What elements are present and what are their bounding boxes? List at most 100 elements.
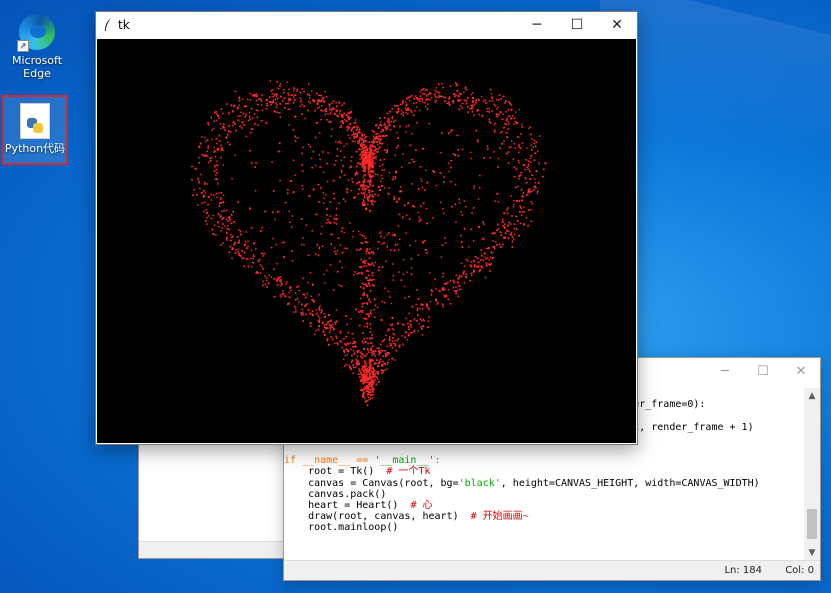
heart-particle (385, 334, 387, 337)
heart-particle (315, 309, 318, 311)
heart-particle (242, 98, 244, 100)
heart-particle (252, 255, 255, 258)
tk-window[interactable]: tk ─ ☐ ✕ (95, 11, 638, 445)
heart-particle (363, 195, 366, 197)
heart-particle (369, 194, 371, 197)
heart-particle (321, 225, 323, 228)
heart-particle (517, 144, 520, 146)
heart-particle (368, 274, 370, 276)
heart-particle (428, 122, 430, 125)
minimize-button[interactable]: ─ (517, 12, 557, 39)
desktop-icon-edge[interactable]: ↗ Microsoft Edge (4, 12, 70, 80)
heart-particle (363, 144, 366, 146)
maximize-button[interactable]: ☐ (557, 12, 597, 39)
python-shell-window[interactable] (138, 440, 290, 559)
minimize-button[interactable]: ─ (706, 358, 744, 388)
heart-particle (435, 299, 437, 302)
heart-particle (225, 238, 228, 240)
heart-particle (521, 123, 523, 126)
heart-particle (252, 117, 254, 120)
heart-particle (378, 266, 380, 269)
heart-particle (364, 146, 366, 148)
heart-particle (237, 119, 239, 122)
heart-particle (316, 243, 318, 246)
scroll-down-icon[interactable]: ▼ (804, 545, 820, 561)
close-button[interactable]: ✕ (782, 358, 820, 388)
heart-particle (394, 243, 397, 246)
scroll-up-icon[interactable]: ▲ (804, 388, 820, 404)
tk-titlebar[interactable]: tk ─ ☐ ✕ (96, 12, 637, 39)
heart-particle (402, 114, 405, 117)
heart-particle (332, 107, 334, 109)
heart-particle (370, 141, 373, 144)
heart-particle (327, 152, 329, 154)
heart-particle (216, 196, 218, 199)
heart-particle (302, 277, 305, 280)
heart-particle (518, 178, 520, 180)
heart-particle (381, 163, 384, 166)
heart-particle (371, 262, 374, 265)
heart-particle (262, 268, 265, 270)
heart-particle (386, 121, 389, 123)
heart-particle (339, 109, 341, 112)
heart-particle (228, 111, 230, 114)
heart-particle (382, 371, 385, 373)
maximize-button[interactable]: ☐ (744, 358, 782, 388)
scrollbar-thumb[interactable] (807, 509, 817, 539)
heart-particle (469, 264, 472, 266)
heart-particle (502, 224, 504, 227)
heart-particle (405, 125, 408, 128)
heart-particle (362, 309, 364, 312)
heart-particle (360, 266, 363, 269)
heart-particle (232, 122, 235, 124)
heart-particle (320, 118, 322, 121)
heart-particle (363, 360, 365, 362)
heart-particle (495, 113, 498, 115)
heart-particle (458, 285, 461, 287)
heart-particle (519, 222, 522, 225)
heart-particle (441, 82, 443, 85)
heart-particle (355, 136, 358, 139)
heart-particle (368, 257, 371, 259)
heart-particle (370, 181, 372, 183)
heart-particle (511, 117, 513, 119)
heart-particle (506, 229, 508, 232)
heart-particle (370, 378, 373, 381)
heart-particle (351, 140, 354, 142)
heart-particle (434, 100, 437, 103)
heart-particle (238, 104, 240, 107)
heart-particle (354, 140, 356, 143)
heart-particle (405, 112, 407, 114)
heart-particle (364, 341, 367, 343)
heart-particle (368, 284, 371, 287)
heart-particle (276, 103, 278, 106)
code-line: canvas.pack() (284, 488, 387, 500)
heart-particle (240, 111, 242, 113)
heart-particle (445, 242, 447, 244)
heart-particle (366, 385, 368, 388)
heart-particle (379, 189, 381, 192)
heart-particle (324, 108, 327, 111)
heart-particle (237, 241, 240, 244)
heart-particle (206, 216, 208, 219)
heart-particle (349, 122, 351, 125)
heart-particle (326, 96, 328, 98)
close-button[interactable]: ✕ (597, 12, 637, 39)
heart-particle (202, 154, 205, 156)
heart-particle (470, 272, 473, 274)
heart-particle (500, 97, 502, 100)
heart-particle (345, 314, 347, 317)
horizontal-scrollbar[interactable] (139, 541, 289, 558)
vertical-scrollbar[interactable]: ▲ ▼ (804, 388, 820, 561)
heart-particle (406, 214, 408, 217)
heart-particle (538, 162, 540, 165)
heart-canvas[interactable] (97, 39, 636, 443)
code-line: canvas = Canvas(root, bg='black', height… (284, 477, 760, 489)
heart-particle (401, 335, 403, 337)
heart-particle (264, 283, 267, 286)
heart-particle (420, 318, 422, 320)
heart-particle (396, 323, 399, 325)
desktop-icon-python-file[interactable]: Python代码 (2, 95, 68, 165)
heart-particle (523, 206, 525, 208)
heart-particle (381, 177, 384, 180)
